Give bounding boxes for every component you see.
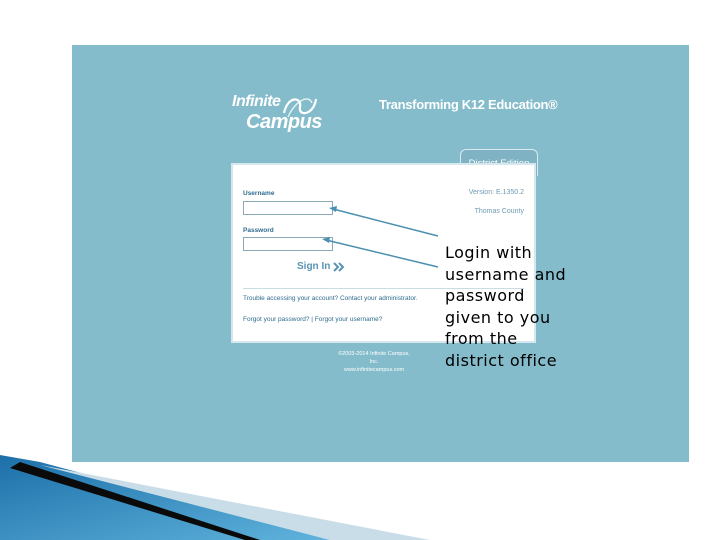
blue-swoosh <box>0 455 330 540</box>
slide-corner-decoration <box>0 455 430 540</box>
